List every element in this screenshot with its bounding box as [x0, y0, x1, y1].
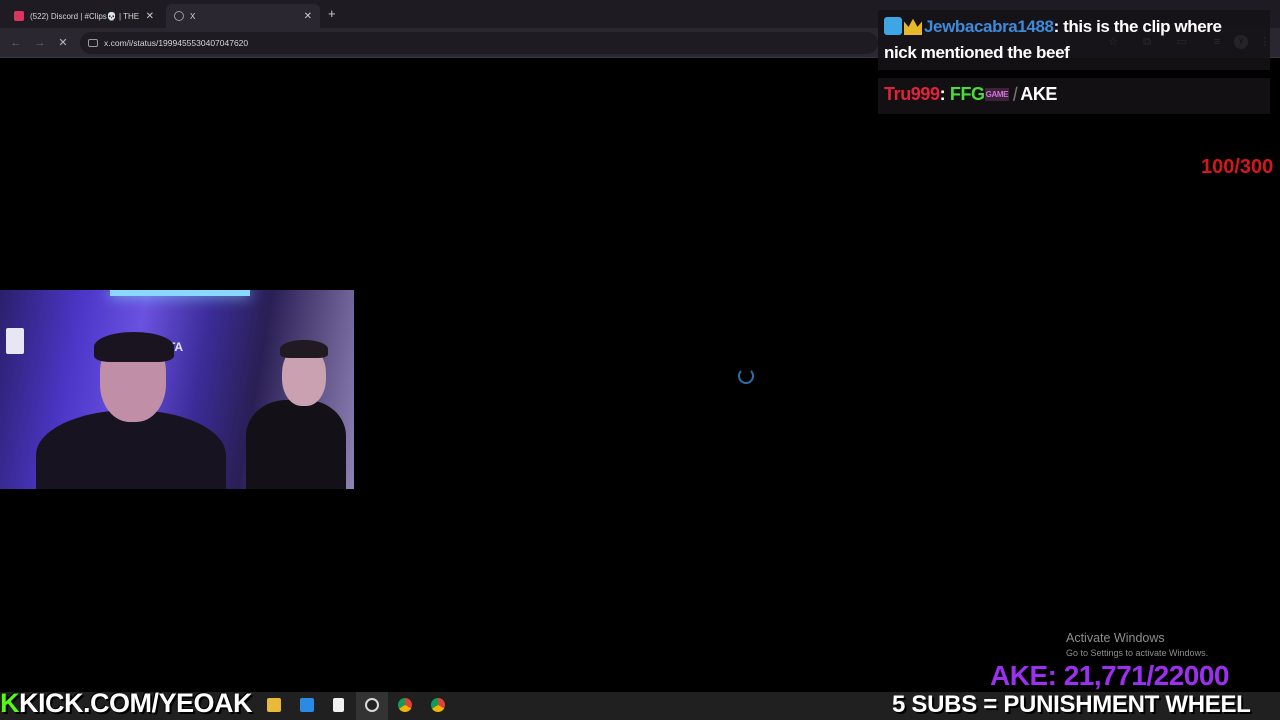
tab-title: (522) Discord | #Clips💀 | THE U [30, 11, 142, 21]
new-tab-button[interactable]: + [328, 6, 336, 21]
activate-title: Activate Windows [1066, 631, 1165, 645]
notepad-icon[interactable] [333, 698, 344, 712]
emote-ffg: FFG [949, 84, 985, 104]
stop-loading-icon[interactable]: ✕ [55, 35, 71, 51]
wall-outlet [6, 328, 24, 354]
activate-subtitle: Go to Settings to activate Windows. [1066, 648, 1209, 658]
file-explorer-icon[interactable] [267, 698, 281, 712]
kick-url-text: KICK.COM/YEOAK [19, 688, 253, 718]
kick-url-banner: KKICK.COM/YEOAK [0, 688, 253, 719]
tab-x[interactable]: X ✕ [166, 4, 320, 28]
store-icon[interactable] [300, 698, 314, 712]
close-icon[interactable]: ✕ [304, 11, 312, 22]
emote-game: GAME [984, 88, 1010, 101]
chrome-icon[interactable] [398, 698, 412, 712]
webcam-feed: MTA [0, 290, 354, 489]
forward-arrow-icon[interactable]: → [32, 35, 48, 51]
obs-icon[interactable] [365, 698, 379, 712]
back-arrow-icon[interactable]: ← [8, 35, 24, 51]
emote-slash: ∕ [1010, 84, 1020, 104]
chat-separator: : [939, 84, 946, 104]
crown-badge-icon [904, 18, 922, 35]
tab-title: X [190, 11, 196, 21]
url-text[interactable]: x.com/i/status/1999455530407047620 [104, 38, 248, 48]
x-icon [174, 11, 184, 21]
sub-goal-counter: AKE: 21,771/22000 [990, 660, 1230, 691]
chat-username: Tru999 [884, 84, 940, 104]
moderator-badge-icon [884, 17, 902, 35]
emote-ake: AKE [1020, 84, 1058, 104]
screen: (522) Discord | #Clips💀 | THE U ✕ X ✕ + … [0, 0, 1280, 720]
chat-message-1: Jewbacabra1488: this is the clip where n… [878, 10, 1270, 70]
chat-message-2: Tru999: FFGGAME ∕ AKE [878, 78, 1270, 114]
punishment-wheel-banner: 5 SUBS = PUNISHMENT WHEEL [892, 691, 1251, 718]
goal-counter-small: 100/300 [1201, 156, 1274, 178]
streamer-hair [94, 332, 174, 362]
close-icon[interactable]: ✕ [146, 11, 154, 22]
activate-windows-watermark: Activate Windows Go to Settings to activ… [1066, 631, 1208, 658]
chat-username: Jewbacabra1488 [924, 17, 1054, 36]
site-info-icon[interactable] [88, 39, 98, 47]
chrome-profile-icon[interactable] [431, 698, 445, 712]
guest-body [246, 400, 346, 489]
loading-spinner-icon [738, 368, 754, 384]
address-bar[interactable]: x.com/i/status/1999455530407047620 [80, 32, 878, 54]
chat-text: : this is the clip where [1053, 17, 1222, 36]
chat-line-1: Jewbacabra1488: this is the clip where [884, 14, 1264, 40]
guest-hair [280, 340, 328, 358]
led-light-strip [110, 290, 250, 296]
kick-logo-icon: K [0, 688, 20, 718]
tab-discord[interactable]: (522) Discord | #Clips💀 | THE U ✕ [6, 4, 162, 28]
discord-icon [14, 11, 24, 21]
chat-line-2: nick mentioned the beef [884, 43, 1070, 62]
